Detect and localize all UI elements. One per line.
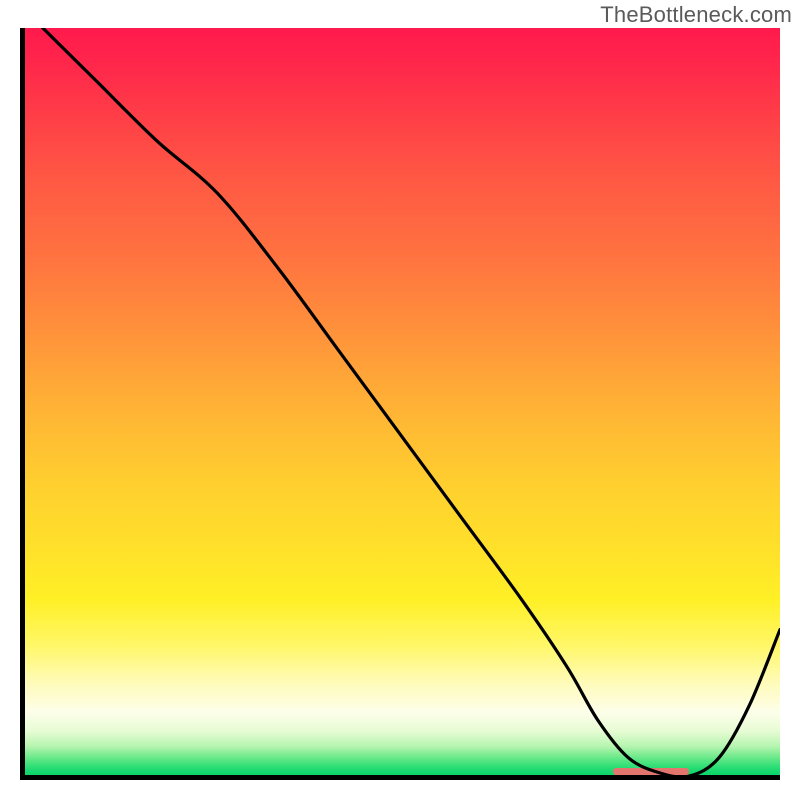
chart-root: TheBottleneck.com — [0, 0, 800, 800]
curve-path — [43, 28, 780, 777]
attribution-text: TheBottleneck.com — [600, 2, 792, 28]
bottleneck-curve — [20, 28, 780, 780]
plot-area — [20, 28, 780, 780]
